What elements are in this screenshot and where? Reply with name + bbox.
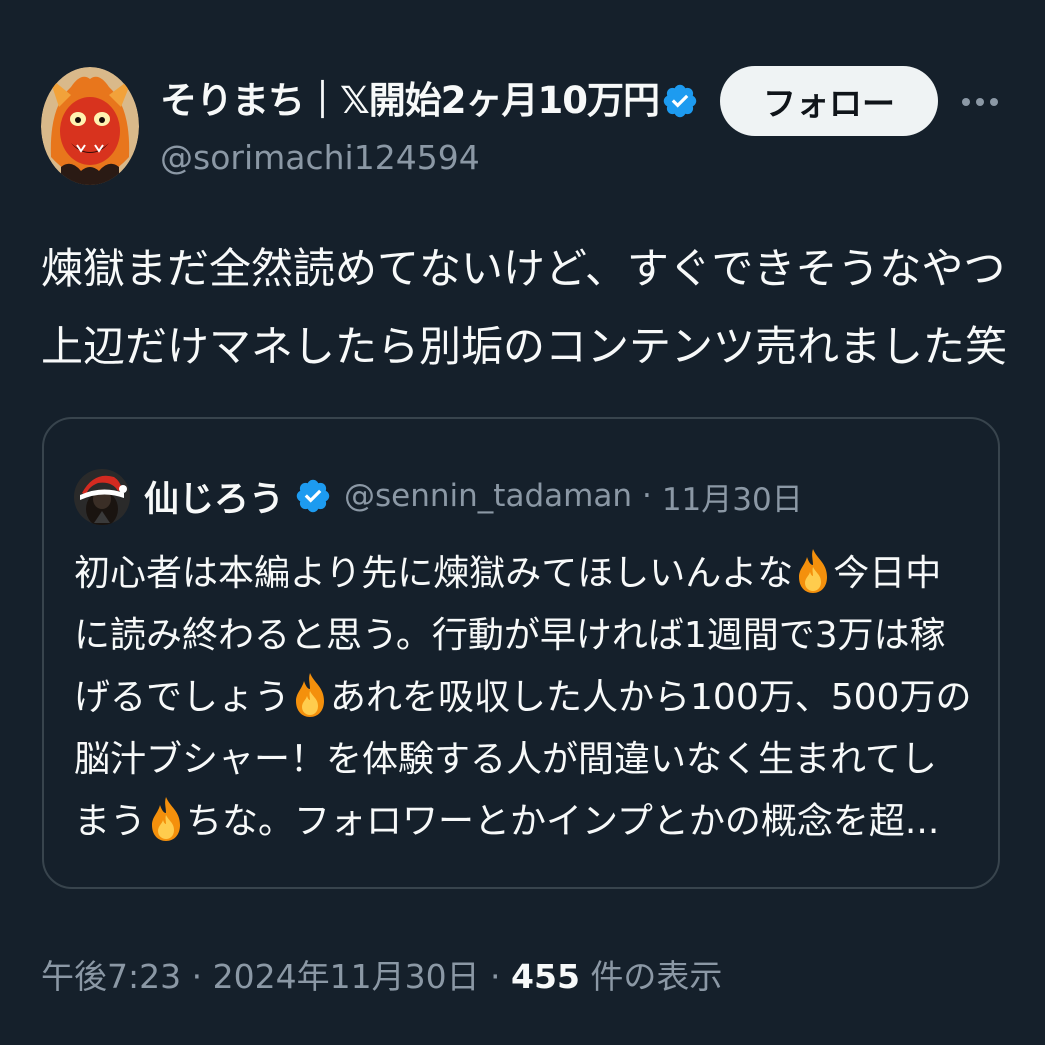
quote-author-handle[interactable]: @sennin_tadaman	[344, 478, 632, 514]
tweet-meta: 午後7:23 · 2024年11月30日 · 455 件の表示	[41, 951, 722, 1003]
more-icon	[962, 98, 998, 106]
quote-text-line: げるでしょう あれを吸収した人から100万、500万の	[74, 667, 979, 729]
more-button[interactable]	[956, 78, 1004, 126]
fire-emoji-icon	[799, 549, 828, 593]
author-handle[interactable]: @sorimachi124594	[160, 136, 480, 180]
verified-badge-icon	[296, 479, 330, 513]
follow-button[interactable]: フォロー	[720, 66, 938, 136]
red-demon-avatar-icon	[41, 67, 139, 185]
separator-dot: ·	[641, 478, 652, 514]
quote-text-segment: げるでしょう	[74, 677, 291, 718]
quote-text-line: に読み終わると思う。行動が早ければ1週間で3万は稼	[74, 615, 946, 656]
quote-text-line: 脳汁ブシャー！を体験する人が間違いなく生まれてし	[74, 739, 937, 780]
santa-hat-avatar-icon	[74, 469, 130, 525]
author-display-name[interactable]: そりまち｜𝕏開始2ヶ月10万円	[160, 76, 680, 126]
tweet-date[interactable]: 2024年11月30日	[213, 957, 480, 996]
fire-emoji-icon	[296, 673, 325, 717]
separator-dot: ·	[181, 957, 213, 996]
quote-text-segment: あれを吸収した人から100万、500万の	[330, 677, 972, 718]
quote-text: 初心者は本編より先に煉獄みてほしいんよな 今日中 に読み終わると思う。行動が早けれ…	[74, 543, 979, 853]
quote-text-segment: ちな。フォロワーとかインプとかの概念を超...	[186, 801, 940, 842]
tweet-text-line: 上辺だけマネしたら別垢のコンテンツ売れました笑	[41, 322, 1008, 371]
quote-text-segment: 初心者は本編より先に煉獄みてほしいんよな	[74, 553, 794, 594]
quote-text-segment: まう	[74, 801, 147, 842]
views-label: 件の表示	[579, 957, 723, 996]
quote-text-segment: 今日中	[833, 553, 942, 594]
quote-text-line: 初心者は本編より先に煉獄みてほしいんよな 今日中	[74, 543, 979, 605]
verified-badge-icon	[663, 84, 697, 118]
quote-author-avatar[interactable]	[74, 469, 130, 525]
quote-header: 仙じろう @sennin_tadaman · 11月30日	[144, 471, 803, 521]
quote-text-line: まう ちな。フォロワーとかインプとかの概念を超...	[74, 791, 979, 853]
quoted-tweet-card[interactable]: 仙じろう @sennin_tadaman · 11月30日 初心者は本編より先に…	[42, 417, 1000, 889]
quote-author-name[interactable]: 仙じろう	[144, 471, 284, 522]
views-count: 455	[511, 957, 580, 996]
fire-emoji-icon	[152, 797, 181, 841]
tweet-text-line: 煉獄まだ全然読めてないけど、すぐできそうなやつ	[41, 244, 1006, 293]
separator-dot: ·	[479, 957, 512, 996]
tweet-time[interactable]: 午後7:23	[41, 957, 181, 996]
tweet-text: 煉獄まだ全然読めてないけど、すぐできそうなやつ 上辺だけマネしたら別垢のコンテン…	[41, 230, 1011, 386]
author-avatar[interactable]	[41, 67, 139, 185]
quote-date[interactable]: 11月30日	[662, 474, 803, 519]
